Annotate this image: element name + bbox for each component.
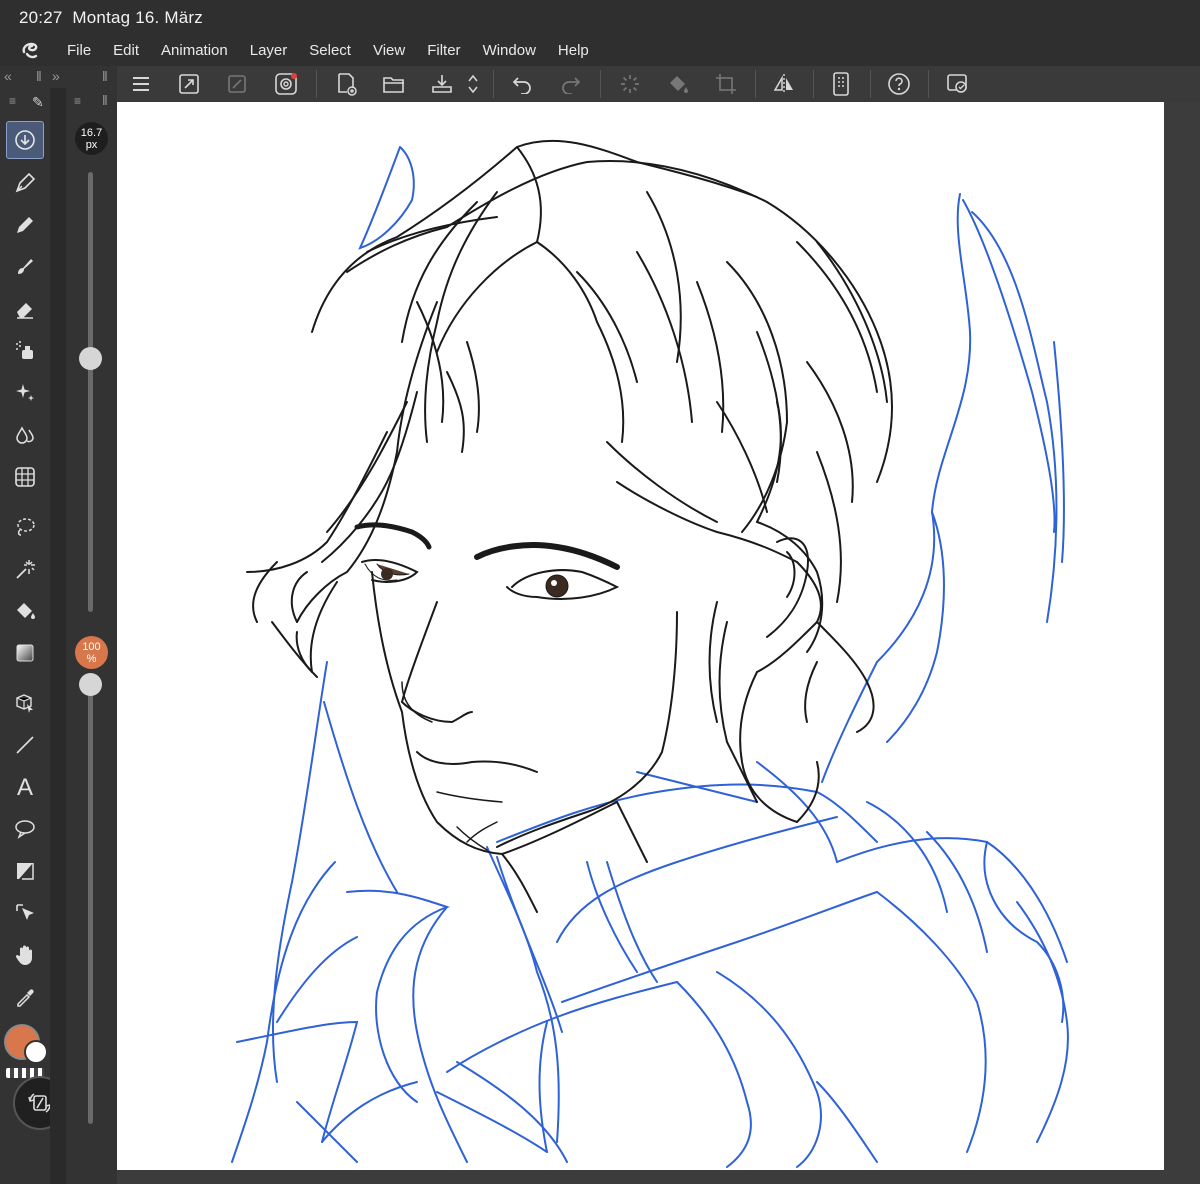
sketch-artwork: [231, 139, 1069, 1168]
crop-icon[interactable]: [713, 71, 739, 97]
decoration-tool-icon[interactable]: [6, 374, 44, 412]
toolbar-divider: [493, 70, 494, 98]
brush-tool-icon[interactable]: [6, 248, 44, 286]
object-tool-icon[interactable]: [6, 894, 44, 932]
menu-list: File Edit Animation Layer Select View Fi…: [56, 42, 600, 59]
open-folder-icon[interactable]: [381, 71, 407, 97]
menu-window[interactable]: Window: [472, 42, 547, 59]
brush-opacity-value: 100: [82, 640, 101, 653]
brush-size-badge: 16.7 px: [75, 122, 108, 155]
toolbar-divider: [755, 70, 756, 98]
menu-select[interactable]: Select: [298, 42, 362, 59]
speech-balloon-tool-icon[interactable]: [6, 810, 44, 848]
fill-tool-icon[interactable]: [6, 592, 44, 630]
panel-grip-icon[interactable]: ‖: [36, 68, 42, 84]
toolbar-divider: [600, 70, 601, 98]
menu-layer[interactable]: Layer: [239, 42, 299, 59]
device-icon[interactable]: [828, 71, 854, 97]
3d-operation-tool-icon[interactable]: [6, 684, 44, 722]
airbrush-tool-icon[interactable]: [6, 332, 44, 370]
black-sketch-layer: [246, 139, 893, 913]
size-panel-menu-icon[interactable]: ≡: [74, 94, 81, 108]
panel-grip-icon-2[interactable]: ‖: [102, 68, 108, 84]
brush-size-unit: px: [85, 138, 98, 151]
line-tool-icon[interactable]: [6, 726, 44, 764]
toolbar-divider: [870, 70, 871, 98]
brush-opacity-slider[interactable]: [88, 684, 93, 1124]
resize-icon[interactable]: [176, 71, 202, 97]
gradient-tool-icon[interactable]: [6, 634, 44, 672]
new-canvas-icon[interactable]: [334, 71, 360, 97]
eyedropper-tool-icon[interactable]: [6, 978, 44, 1016]
brush-opacity-slider-knob[interactable]: [79, 673, 102, 696]
collapse-left-icon[interactable]: «: [4, 68, 12, 84]
size-panel-grip-icon[interactable]: ‖: [102, 92, 108, 108]
sub-color-swatch[interactable]: [24, 1040, 48, 1064]
menu-filter[interactable]: Filter: [416, 42, 471, 59]
help-icon[interactable]: [886, 71, 912, 97]
undo-icon[interactable]: [509, 71, 535, 97]
menu-file[interactable]: File: [56, 42, 102, 59]
lasso-tool-icon[interactable]: [6, 508, 44, 546]
brush-opacity-unit: %: [86, 652, 97, 665]
clip-studio-logo-icon[interactable]: [18, 38, 42, 62]
export-icon[interactable]: [429, 71, 455, 97]
brush-size-slider-knob[interactable]: [79, 347, 102, 371]
toolbar-divider: [316, 70, 317, 98]
toolbar-divider: [928, 70, 929, 98]
brush-size-value: 16.7: [80, 126, 103, 139]
auto-select-tool-icon[interactable]: [6, 550, 44, 588]
panel-header-bar: « ‖ » ‖: [0, 66, 117, 88]
menu-bar: File Edit Animation Layer Select View Fi…: [0, 36, 1200, 66]
flip-horizontal-icon[interactable]: [771, 71, 797, 97]
menu-animation[interactable]: Animation: [150, 42, 239, 59]
brush-size-slider[interactable]: [88, 172, 93, 612]
drawing-canvas[interactable]: [117, 102, 1164, 1170]
palette-menu-icon[interactable]: ≡: [9, 94, 16, 108]
pen-tool-icon[interactable]: [6, 164, 44, 202]
status-bar: 20:27 Montag 16. März: [0, 0, 1200, 36]
command-bar: [117, 66, 1200, 102]
status-time-date: 20:27 Montag 16. März: [19, 8, 203, 28]
hand-tool-icon[interactable]: [6, 936, 44, 974]
tool-palette: ≡ ✎ A: [0, 88, 67, 1184]
expand-right-icon[interactable]: »: [52, 68, 60, 84]
date-label: Montag 16. März: [72, 8, 203, 27]
companion-icon[interactable]: [945, 71, 971, 97]
pencil-tool-icon[interactable]: [6, 206, 44, 244]
menu-view[interactable]: View: [362, 42, 416, 59]
brush-opacity-badge: 100 %: [75, 636, 108, 669]
arrows-updown-icon[interactable]: [465, 71, 481, 97]
spiral-icon[interactable]: [273, 71, 299, 97]
spinner-icon[interactable]: [617, 71, 643, 97]
palette-pen-icon: ✎: [32, 94, 44, 110]
palette-divider[interactable]: [50, 88, 66, 1184]
text-tool-icon[interactable]: A: [6, 768, 44, 806]
redo-icon[interactable]: [558, 71, 584, 97]
blend-tool-icon[interactable]: [6, 416, 44, 454]
hamburger-menu-icon[interactable]: [128, 71, 154, 97]
menu-edit[interactable]: Edit: [102, 42, 150, 59]
clock-time: 20:27: [19, 8, 63, 27]
fill-icon[interactable]: [665, 71, 691, 97]
toolbar-divider: [813, 70, 814, 98]
frame-tool-icon[interactable]: [6, 852, 44, 890]
brush-size-panel: ≡ ‖ 16.7 px 100 %: [66, 88, 117, 1184]
eraser-tool-icon[interactable]: [6, 290, 44, 328]
transform-icon[interactable]: [224, 71, 250, 97]
svg-text:A: A: [17, 775, 33, 799]
menu-help[interactable]: Help: [547, 42, 600, 59]
blue-sketch-layer: [231, 146, 1069, 1168]
grid-tool-icon[interactable]: [6, 458, 44, 496]
download-tool-icon[interactable]: [6, 121, 44, 159]
